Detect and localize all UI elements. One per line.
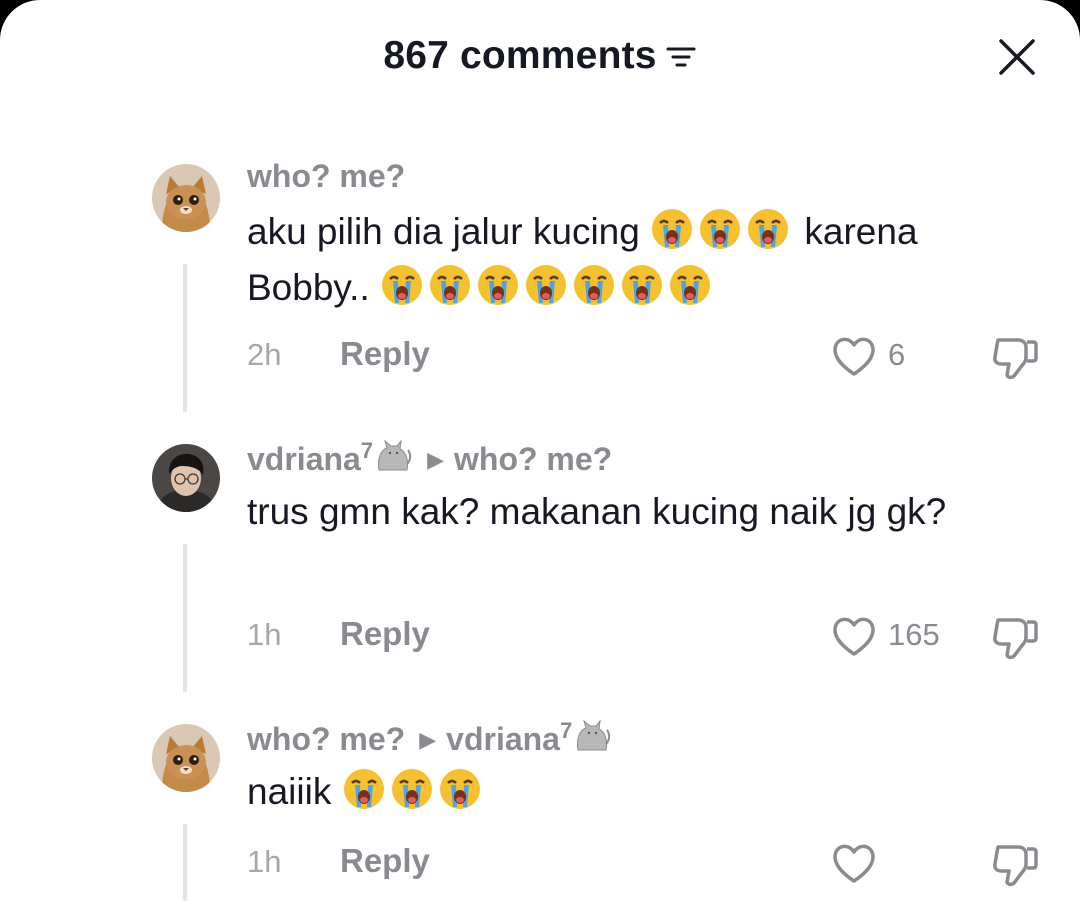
like-count: 165 bbox=[888, 617, 940, 652]
crying-emoji-icon bbox=[380, 263, 424, 307]
dislike-icon[interactable] bbox=[990, 334, 1040, 380]
username-badge: 7 bbox=[360, 438, 374, 463]
dislike-icon[interactable] bbox=[990, 614, 1040, 660]
cat-emoji-icon bbox=[572, 718, 612, 754]
like-count: 6 bbox=[888, 337, 906, 372]
comment-count: 867 comments bbox=[383, 34, 657, 77]
cat-emoji-icon bbox=[373, 438, 413, 474]
reply-button[interactable]: Reply bbox=[340, 842, 430, 880]
crying-emoji-icon bbox=[390, 767, 434, 811]
reply-button[interactable]: Reply bbox=[340, 615, 430, 653]
comment-username[interactable]: who? me? bbox=[247, 158, 405, 195]
crying-emoji-icon bbox=[698, 207, 742, 251]
reply-arrow-icon: ▶ bbox=[427, 447, 444, 472]
reply-to-username[interactable]: who? me? bbox=[454, 441, 612, 477]
crying-emoji-icon bbox=[428, 263, 472, 307]
comment-time: 2h bbox=[247, 337, 282, 372]
crying-emoji-icon bbox=[620, 263, 664, 307]
crying-emoji-icon bbox=[524, 263, 568, 307]
comment-count-title: 867 comments bbox=[0, 34, 1080, 78]
comment-text: naiiik bbox=[247, 764, 1047, 820]
crying-emoji-icon bbox=[342, 767, 386, 811]
comment-text-part: naiiik bbox=[247, 771, 332, 812]
cat-avatar[interactable] bbox=[152, 164, 220, 232]
close-icon[interactable] bbox=[998, 38, 1036, 76]
comment-text-part: aku pilih dia jalur kucing bbox=[247, 211, 640, 252]
crying-emoji-icon bbox=[668, 263, 712, 307]
username-text: who? me? bbox=[247, 721, 406, 757]
thread-line bbox=[183, 264, 187, 412]
comment-text-part: Bobby.. bbox=[247, 267, 370, 308]
crying-emoji-icon bbox=[476, 263, 520, 307]
heart-icon[interactable] bbox=[830, 841, 878, 885]
sort-filter-icon[interactable] bbox=[665, 44, 697, 70]
crying-emoji-icon bbox=[650, 207, 694, 251]
comment-text-part: karena bbox=[804, 211, 918, 252]
crying-emoji-icon bbox=[572, 263, 616, 307]
reply-to-username[interactable]: vdriana bbox=[446, 721, 560, 757]
comment-time: 1h bbox=[247, 844, 282, 879]
heart-icon[interactable] bbox=[830, 334, 878, 378]
dislike-icon[interactable] bbox=[990, 841, 1040, 887]
comment-time: 1h bbox=[247, 617, 282, 652]
comment-username[interactable]: vdriana7 ▶ who? me? bbox=[247, 438, 612, 478]
cat-avatar[interactable] bbox=[152, 724, 220, 792]
comment-text: aku pilih dia jalur kucing karena Bobby.… bbox=[247, 204, 1047, 316]
thread-line bbox=[183, 544, 187, 692]
username-badge: 7 bbox=[559, 718, 573, 743]
comments-sheet: 867 comments who? me? aku pilih dia jalu… bbox=[0, 0, 1080, 901]
crying-emoji-icon bbox=[746, 207, 790, 251]
crying-emoji-icon bbox=[438, 767, 482, 811]
reply-arrow-icon: ▶ bbox=[419, 727, 437, 752]
comment-text: trus gmn kak? makanan kucing naik jg gk? bbox=[247, 491, 947, 532]
person-avatar[interactable] bbox=[152, 444, 220, 512]
heart-icon[interactable] bbox=[830, 614, 878, 658]
username-text: vdriana bbox=[247, 441, 361, 477]
comments-header: 867 comments bbox=[0, 0, 1080, 112]
comment-username[interactable]: who? me? ▶ vdriana7 bbox=[247, 718, 612, 758]
thread-line bbox=[183, 824, 187, 901]
reply-button[interactable]: Reply bbox=[340, 335, 430, 373]
